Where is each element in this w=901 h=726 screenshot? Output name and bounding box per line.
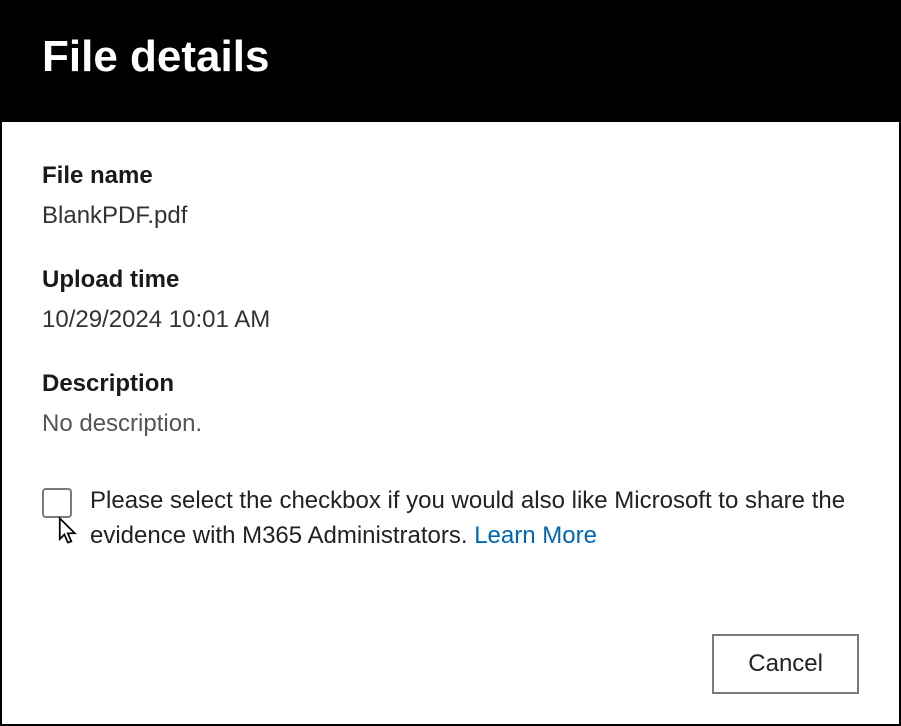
description-group: Description No description.	[42, 370, 859, 438]
share-evidence-checkbox[interactable]	[42, 488, 72, 518]
learn-more-link[interactable]: Learn More	[474, 522, 597, 549]
upload-time-value: 10/29/2024 10:01 AM	[42, 306, 859, 334]
upload-time-label: Upload time	[42, 266, 859, 294]
cursor-icon	[56, 516, 82, 546]
description-value: No description.	[42, 410, 859, 438]
share-evidence-label: Please select the checkbox if you would …	[90, 487, 845, 549]
dialog-header: File details	[2, 2, 899, 122]
cancel-button[interactable]: Cancel	[712, 634, 859, 694]
dialog-footer: Cancel	[2, 634, 899, 724]
file-name-group: File name BlankPDF.pdf	[42, 162, 859, 230]
share-evidence-row: Please select the checkbox if you would …	[42, 484, 859, 554]
dialog-title: File details	[42, 32, 859, 82]
dialog-content: File name BlankPDF.pdf Upload time 10/29…	[2, 122, 899, 634]
share-evidence-text: Please select the checkbox if you would …	[90, 484, 859, 554]
description-label: Description	[42, 370, 859, 398]
upload-time-group: Upload time 10/29/2024 10:01 AM	[42, 266, 859, 334]
file-name-value: BlankPDF.pdf	[42, 202, 859, 230]
file-name-label: File name	[42, 162, 859, 190]
